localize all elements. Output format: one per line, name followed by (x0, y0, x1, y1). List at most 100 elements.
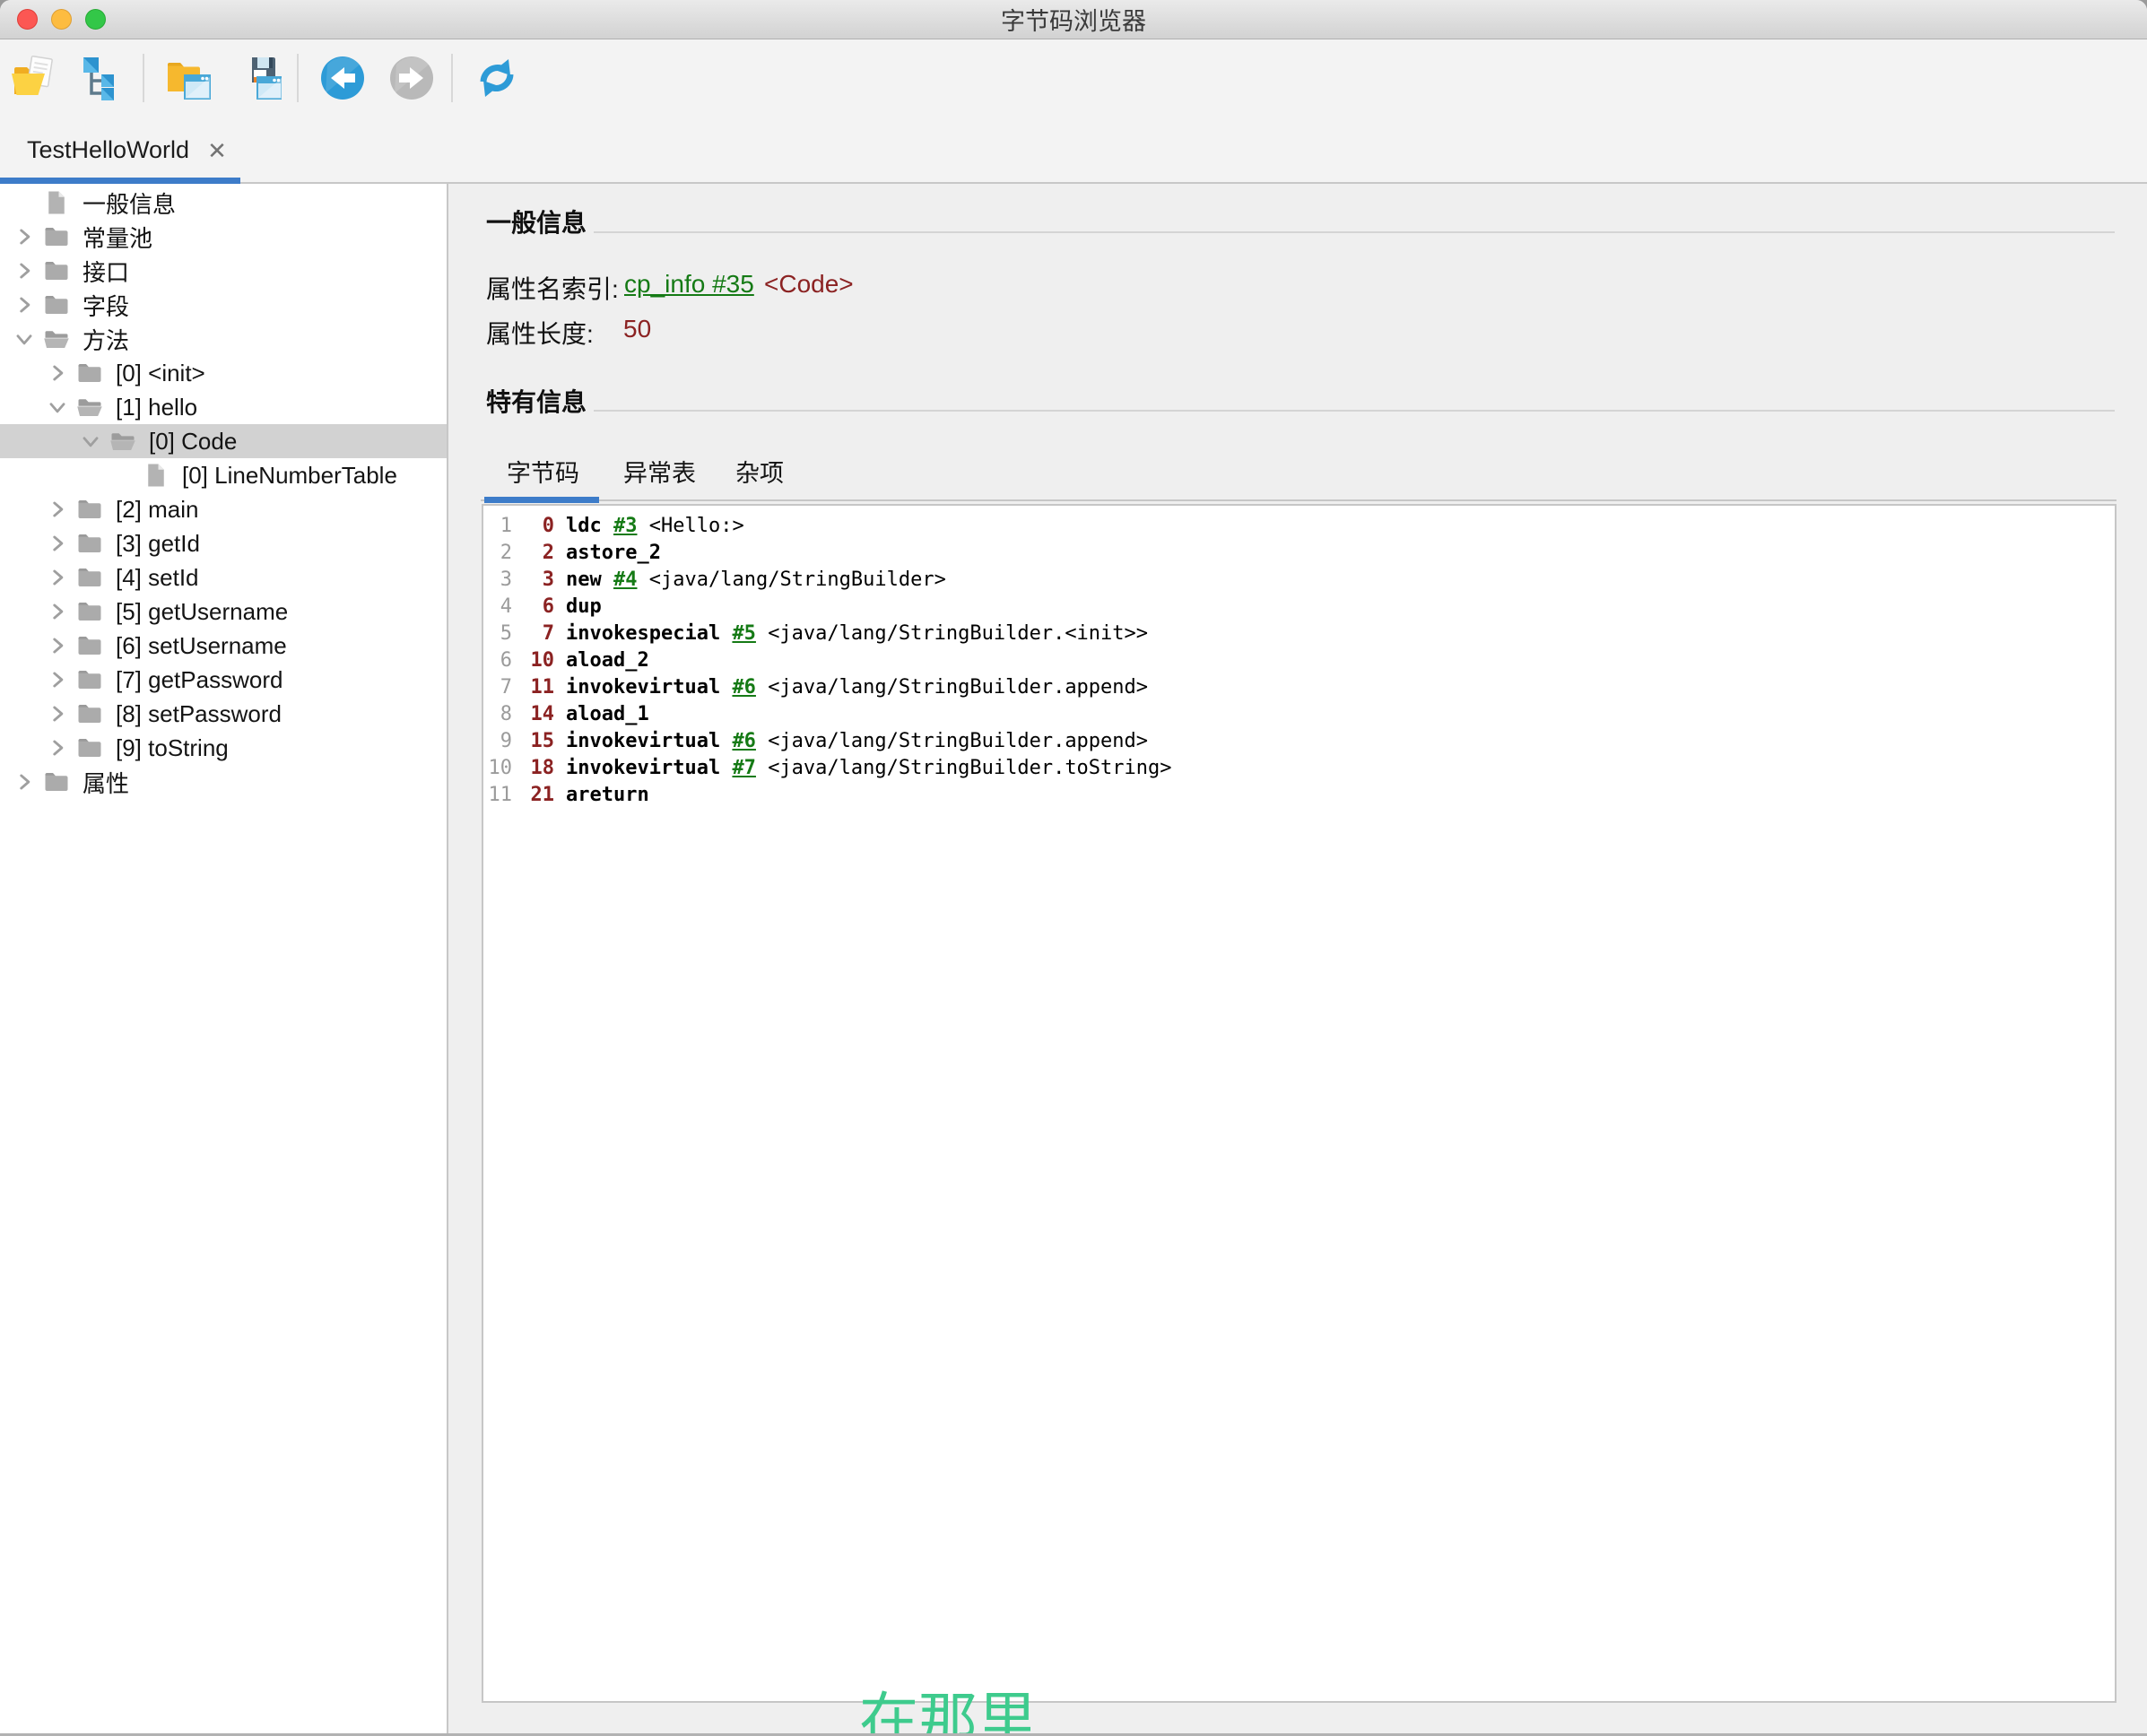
constant-pool-ref-link[interactable]: #4 (613, 569, 638, 591)
back-button[interactable] (318, 54, 367, 102)
tree-item-method-4-setid[interactable]: [4] setId (0, 560, 447, 595)
chevron-right-icon[interactable] (11, 291, 38, 318)
chevron-down-icon[interactable] (77, 428, 104, 455)
opcode: aload_1 (566, 703, 649, 725)
line-number: 8 (483, 701, 512, 728)
tree-item-label: 字段 (83, 289, 129, 322)
folder-open-icon (76, 394, 105, 421)
tree-item-general-info[interactable]: 一般信息 (0, 186, 447, 220)
bytecode-instruction: invokespecial #5 <java/lang/StringBuilde… (566, 622, 1148, 645)
chevron-right-icon[interactable] (44, 734, 71, 761)
constant-pool-ref-link[interactable]: #7 (732, 757, 756, 779)
tree-item-method-3-getid[interactable]: [3] getId (0, 526, 447, 560)
folder-closed-icon (76, 360, 105, 386)
tree-item-methods[interactable]: 方法 (0, 322, 447, 356)
opcode: dup (566, 595, 602, 618)
tree-item-method-2-main[interactable]: [2] main (0, 492, 447, 526)
back-arrow-icon (318, 54, 367, 102)
cp-info-link[interactable]: cp_info #35 (624, 270, 754, 299)
tree-item-fields[interactable]: 字段 (0, 288, 447, 322)
chevron-down-icon[interactable] (44, 394, 71, 421)
tree-item-method-6-setusername[interactable]: [6] setUsername (0, 629, 447, 663)
opcode: invokespecial (566, 622, 720, 645)
content-area: 一般信息常量池接口字段方法[0] <init>[1] hello [0] Code… (0, 184, 2147, 1733)
tree-item-label: 接口 (83, 255, 129, 288)
tab-testhelloworld[interactable]: TestHelloWorld ✕ (0, 117, 240, 184)
chevron-spacer (11, 189, 38, 216)
attribute-length-value: 50 (623, 315, 651, 343)
line-number: 1 (483, 513, 512, 540)
titlebar: 字节码浏览器 (0, 0, 2147, 39)
tree-item-method-5-getusername[interactable]: [5] getUsername (0, 595, 447, 629)
forward-button[interactable] (387, 54, 436, 102)
line-number: 11 (483, 782, 512, 809)
save-as-window-button[interactable] (233, 54, 282, 102)
constant-pool-ref-link[interactable]: #6 (732, 730, 756, 752)
chevron-right-icon[interactable] (11, 257, 38, 284)
chevron-right-icon[interactable] (11, 768, 38, 795)
constant-pool-ref-link[interactable]: #6 (732, 676, 756, 699)
tree-item-constant-pool[interactable]: 常量池 (0, 220, 447, 254)
open-folder-in-window-button[interactable] (164, 54, 213, 102)
tab-misc[interactable]: 杂项 (735, 453, 784, 489)
chevron-down-icon[interactable] (11, 326, 38, 352)
bytecode-instruction: new #4 <java/lang/StringBuilder> (566, 569, 946, 591)
tree-item-label: [4] setId (116, 564, 199, 592)
tree-item-method-0-init[interactable]: [0] <init> (0, 356, 447, 390)
close-window-button[interactable] (17, 9, 38, 30)
tab-bytecode[interactable]: 字节码 (507, 453, 579, 489)
opcode: new (566, 569, 602, 591)
minimize-window-button[interactable] (51, 9, 72, 30)
fullscreen-window-button[interactable] (85, 9, 106, 30)
constant-pool-ref-link[interactable]: #3 (613, 515, 638, 537)
constant-pool-ref-link[interactable]: #5 (732, 622, 756, 645)
tree-item-code-0-linenumbertable[interactable]: [0] LineNumberTable (0, 458, 447, 492)
refresh-button[interactable] (473, 54, 521, 102)
tree-item-attributes[interactable]: 属性 (0, 765, 447, 799)
tree-item-method-9-tostring[interactable]: [9] toString (0, 731, 447, 765)
open-file-button[interactable] (10, 54, 58, 102)
tab-exception-table[interactable]: 异常表 (623, 453, 696, 489)
bytecode-instruction: invokevirtual #7 <java/lang/StringBuilde… (566, 757, 1172, 779)
chevron-right-icon[interactable] (44, 564, 71, 591)
tree-structure-icon (79, 54, 127, 102)
instruction-comment: <Hello:> (649, 515, 744, 537)
tree-item-label: [9] toString (116, 734, 229, 762)
chevron-right-icon[interactable] (11, 223, 38, 250)
attribute-name-index-label: 属性名索引: (486, 270, 619, 306)
tab-close-icon[interactable]: ✕ (207, 139, 227, 162)
bytecode-line: 8 14 aload_1 (483, 701, 2115, 728)
document-icon (43, 189, 72, 216)
bytecode-instruction: invokevirtual #6 <java/lang/StringBuilde… (566, 730, 1148, 752)
chevron-right-icon[interactable] (44, 360, 71, 386)
tree-view-button[interactable] (79, 54, 127, 102)
line-number: 6 (483, 647, 512, 674)
specific-section-rule (594, 410, 2115, 412)
bytecode-instruction: aload_2 (566, 649, 649, 672)
chevron-right-icon[interactable] (44, 598, 71, 625)
chevron-right-icon[interactable] (44, 632, 71, 659)
attribute-name-index-row: 属性名索引: cp_info #35 <Code> (448, 270, 2147, 302)
tree-item-label: [0] Code (149, 428, 237, 456)
opcode: aload_2 (566, 649, 649, 672)
bytecode-offset: 14 (521, 701, 554, 728)
tree-item-hello-0-code[interactable]: [0] Code (0, 424, 447, 458)
chevron-right-icon[interactable] (44, 530, 71, 557)
app-window: 字节码浏览器 (0, 0, 2147, 1736)
document-icon (143, 462, 171, 489)
tree-item-interfaces[interactable]: 接口 (0, 254, 447, 288)
tree-item-method-1-hello[interactable]: [1] hello (0, 390, 447, 424)
chevron-right-icon[interactable] (44, 496, 71, 523)
bytecode-offset: 10 (521, 647, 554, 674)
folder-closed-icon (76, 700, 105, 727)
general-section-rule (594, 231, 2115, 233)
bytecode-listing[interactable]: 10ldc #3 <Hello:>22astore_233new #4 <jav… (482, 504, 2117, 1703)
forward-arrow-icon (387, 54, 436, 102)
tree-item-method-8-setpassword[interactable]: [8] setPassword (0, 697, 447, 731)
toolbar-separator (297, 54, 299, 102)
chevron-right-icon[interactable] (44, 666, 71, 693)
chevron-right-icon[interactable] (44, 700, 71, 727)
tree-item-method-7-getpassword[interactable]: [7] getPassword (0, 663, 447, 697)
sidebar-tree: 一般信息常量池接口字段方法[0] <init>[1] hello [0] Code… (0, 184, 448, 1733)
opcode: invokevirtual (566, 730, 720, 752)
